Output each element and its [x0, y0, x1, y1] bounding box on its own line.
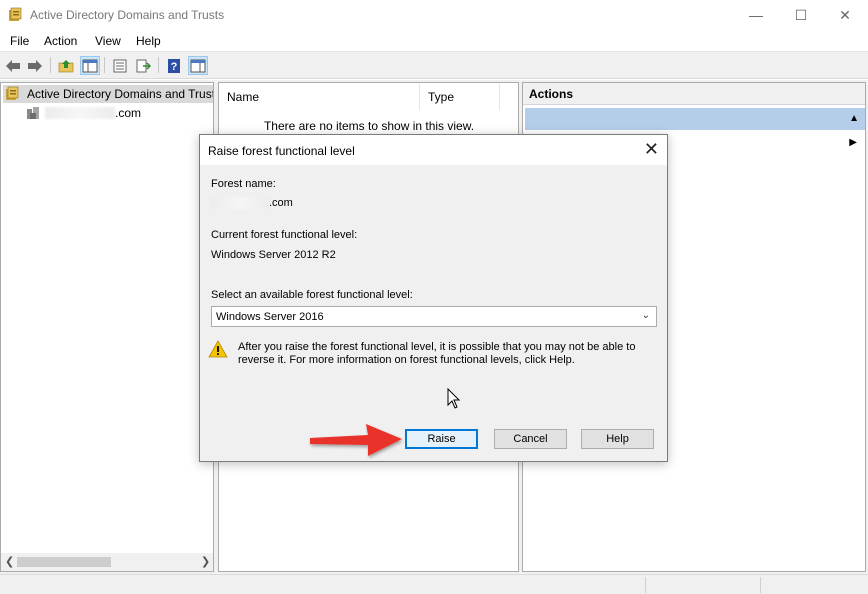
show-action-pane-icon — [190, 59, 206, 72]
domain-suffix: .com — [115, 106, 142, 120]
status-bar — [0, 574, 868, 594]
scroll-thumb[interactable] — [17, 557, 111, 567]
export-list-button[interactable] — [133, 56, 153, 75]
tree-domain-node[interactable]: .com — [25, 104, 141, 122]
more-actions-icon[interactable]: ▶ — [849, 137, 857, 148]
warning-text: After you raise the forest functional le… — [238, 341, 638, 367]
show-action-pane-button[interactable] — [188, 56, 208, 75]
raise-forest-level-dialog: Raise forest functional level ✕ Forest n… — [199, 134, 668, 462]
properties-icon — [113, 59, 127, 72]
help-toolbar-button[interactable]: ? — [164, 56, 184, 75]
back-button[interactable] — [3, 56, 23, 75]
actions-section-header[interactable]: ▲ — [525, 108, 865, 130]
maximize-button[interactable]: ☐ — [778, 0, 824, 30]
current-level-value: Windows Server 2012 R2 — [211, 249, 336, 261]
menu-bar: File Action View Help — [0, 30, 868, 52]
up-folder-button[interactable] — [56, 56, 76, 75]
dialog-title: Raise forest functional level — [208, 144, 355, 158]
domain-icon — [25, 105, 41, 121]
app-icon — [8, 7, 24, 23]
status-divider — [645, 577, 646, 593]
close-button[interactable]: ✕ — [822, 0, 868, 30]
window-title: Active Directory Domains and Trusts — [30, 8, 225, 22]
chevron-down-icon: ⌄ — [641, 310, 650, 321]
export-list-icon — [136, 59, 151, 72]
cancel-button[interactable]: Cancel — [494, 429, 567, 449]
tree-horizontal-scrollbar[interactable]: ❮ ❯ — [1, 553, 213, 571]
forest-name-value: .com — [211, 197, 293, 209]
menu-file[interactable]: File — [10, 34, 29, 48]
warning-line-2: reverse it. For more information on fore… — [238, 354, 575, 366]
properties-button[interactable] — [110, 56, 130, 75]
menu-help[interactable]: Help — [136, 34, 161, 48]
forest-level-select-value: Windows Server 2016 — [216, 310, 324, 323]
column-type-label: Type — [428, 90, 455, 104]
status-divider — [760, 577, 761, 593]
maximize-icon: ☐ — [794, 6, 808, 23]
dialog-close-icon[interactable]: ✕ — [644, 139, 659, 160]
help-button[interactable]: Help — [581, 429, 654, 449]
dialog-title-bar: Raise forest functional level ✕ — [200, 135, 667, 165]
scroll-left-icon[interactable]: ❮ — [5, 555, 14, 568]
forward-button[interactable] — [25, 56, 45, 75]
forward-icon — [28, 59, 42, 72]
up-folder-icon — [58, 59, 74, 72]
menu-view[interactable]: View — [95, 34, 121, 48]
tree-root-label: Active Directory Domains and Trusts — [27, 87, 213, 101]
warning-icon — [208, 339, 228, 359]
back-icon — [6, 59, 20, 72]
forest-name-label: Forest name: — [211, 178, 276, 190]
toolbar-separator — [104, 57, 105, 73]
title-bar: Active Directory Domains and Trusts — ☐ … — [0, 0, 868, 30]
svg-text:?: ? — [171, 61, 178, 73]
forest-level-select[interactable]: Windows Server 2016 ⌄ — [211, 306, 657, 327]
empty-list-message: There are no items to show in this view. — [263, 119, 475, 133]
show-hide-tree-button[interactable] — [80, 56, 100, 75]
console-tree: Active Directory Domains and Trusts .com… — [0, 82, 214, 572]
help-icon: ? — [168, 58, 180, 73]
warning-line-1: After you raise the forest functional le… — [238, 341, 636, 353]
redacted-domain-name — [45, 107, 115, 119]
toolbar-separator — [50, 57, 51, 73]
tree-root-node[interactable]: Active Directory Domains and Trusts — [3, 85, 213, 103]
column-name-label: Name — [227, 90, 260, 104]
mouse-cursor-icon — [447, 388, 461, 409]
raise-button[interactable]: Raise — [405, 429, 478, 449]
minimize-icon: — — [749, 7, 763, 23]
column-header-name[interactable]: Name — [219, 84, 420, 110]
select-level-label: Select an available forest functional le… — [211, 289, 413, 301]
toolbar: ? — [0, 52, 868, 79]
toolbar-separator — [158, 57, 159, 73]
redacted-forest-name — [211, 197, 269, 209]
current-level-label: Current forest functional level: — [211, 229, 358, 241]
close-icon: ✕ — [839, 6, 851, 23]
minimize-button[interactable]: — — [733, 0, 779, 30]
collapse-icon[interactable]: ▲ — [849, 113, 859, 124]
show-hide-tree-icon — [82, 59, 98, 72]
forest-name-suffix: .com — [269, 197, 293, 209]
annotation-arrow-icon — [310, 424, 402, 456]
column-header-type[interactable]: Type — [420, 84, 500, 110]
menu-action[interactable]: Action — [44, 34, 77, 48]
actions-header: Actions — [523, 83, 865, 105]
ad-domains-trusts-icon — [5, 86, 21, 102]
scroll-right-icon[interactable]: ❯ — [201, 555, 210, 568]
